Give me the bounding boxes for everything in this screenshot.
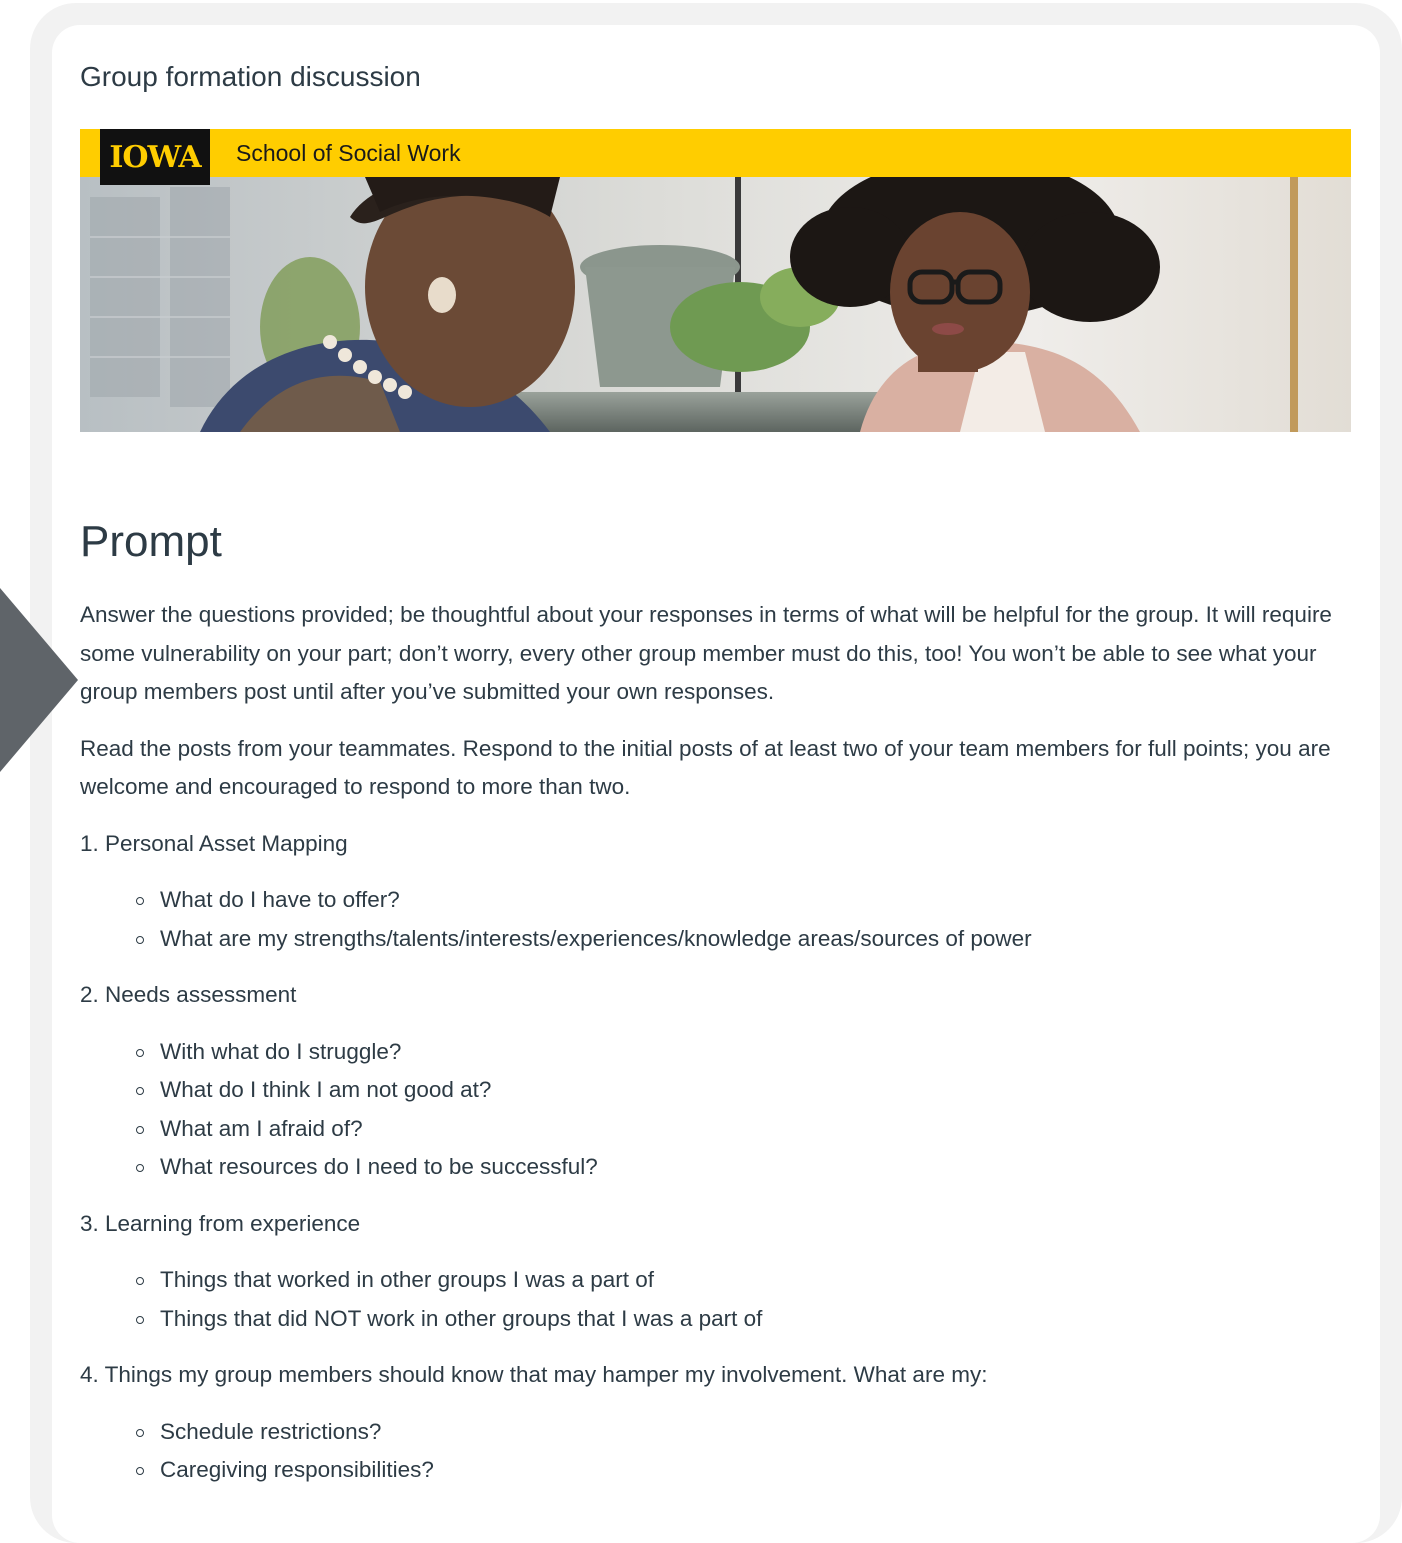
section-heading: 2. Needs assessment bbox=[80, 982, 297, 1007]
banner: IOWA School of Social Work bbox=[80, 129, 1351, 432]
discussion-card: Group formation discussion IOWA School o… bbox=[52, 25, 1380, 1543]
list-item: What are my strengths/talents/interests/… bbox=[136, 920, 1352, 959]
list-item: Things that did NOT work in other groups… bbox=[136, 1300, 1352, 1339]
section-list: With what do I struggle? What do I think… bbox=[80, 1033, 1352, 1187]
section-list: Things that worked in other groups I was… bbox=[80, 1261, 1352, 1338]
list-item: What do I have to offer? bbox=[136, 881, 1352, 920]
page-title: Group formation discussion bbox=[80, 61, 421, 92]
iowa-logo-text: IOWA bbox=[109, 139, 201, 175]
list-item: With what do I struggle? bbox=[136, 1033, 1352, 1072]
list-item: What resources do I need to be successfu… bbox=[136, 1148, 1352, 1187]
banner-photo bbox=[80, 177, 1351, 432]
list-item: Things that worked in other groups I was… bbox=[136, 1261, 1352, 1300]
prompt-paragraph: Read the posts from your teammates. Resp… bbox=[80, 735, 1331, 800]
section-list: Schedule restrictions? Caregiving respon… bbox=[80, 1413, 1352, 1490]
section-heading: 3. Learning from experience bbox=[80, 1210, 361, 1236]
section-list: What do I have to offer? What are my str… bbox=[80, 881, 1352, 958]
pointer-arrow-icon bbox=[0, 588, 78, 772]
list-item: What do I think I am not good at? bbox=[136, 1071, 1352, 1110]
prompt-paragraph: Answer the questions provided; be though… bbox=[80, 602, 1332, 704]
list-item: What am I afraid of? bbox=[136, 1110, 1352, 1149]
section-heading: 4. Things my group members should know t… bbox=[80, 1362, 988, 1387]
iowa-logo: IOWA bbox=[100, 129, 210, 185]
list-item: Caregiving responsibilities? bbox=[136, 1451, 1352, 1490]
prompt-heading: Prompt bbox=[80, 517, 222, 566]
section-heading: 1. Personal Asset Mapping bbox=[80, 830, 348, 856]
list-item: Schedule restrictions? bbox=[136, 1413, 1352, 1452]
outer-frame: Group formation discussion IOWA School o… bbox=[30, 3, 1402, 1543]
banner-school-name: School of Social Work bbox=[236, 140, 461, 166]
